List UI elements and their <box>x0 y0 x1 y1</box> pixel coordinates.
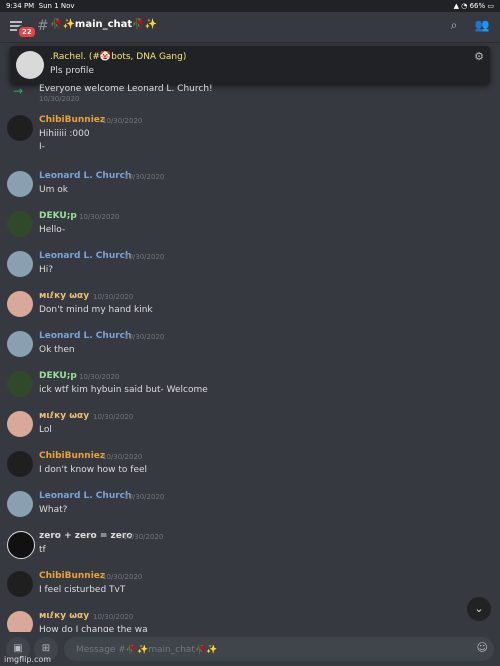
list-item[interactable]: DEKU;p 10/30/2020 ick wtf kim hybuin sai… <box>0 371 500 411</box>
list-item[interactable]: Leonard L. Church 10/30/2020 What? <box>0 491 500 531</box>
chevron-down-icon: ⌄ <box>474 602 484 615</box>
message-author[interactable]: Leonard L. Church <box>39 171 131 181</box>
avatar <box>16 51 44 79</box>
status-time: 9:34 PM Sun 1 Nov <box>6 2 75 10</box>
jump-to-bottom-button[interactable]: ⌄ <box>467 597 491 621</box>
message-feed[interactable]: → Everyone welcome Leonard L. Church! 10… <box>0 84 500 632</box>
hash-icon: # <box>37 18 49 34</box>
avatar[interactable] <box>7 115 33 141</box>
list-item[interactable]: мιℓку ωαу 10/30/2020 How do I change the… <box>0 611 500 632</box>
message-text: Hi? <box>39 265 54 275</box>
list-item[interactable]: ChibiBunniez 10/30/2020 Hihiiiii :000 I- <box>0 115 500 155</box>
emoji-icon[interactable]: ☺ <box>477 641 488 654</box>
message-box[interactable]: ☺ <box>64 637 494 661</box>
message-text: Hihiiiii :000 I- <box>39 129 90 152</box>
list-item[interactable]: Leonard L. Church 10/30/2020 Ok then <box>0 331 500 371</box>
avatar[interactable] <box>7 251 33 277</box>
battery-level: 66% <box>469 2 486 10</box>
message-author[interactable]: ChibiBunniez <box>39 571 105 581</box>
message-text: What? <box>39 505 68 515</box>
message-timestamp: 10/30/2020 <box>93 293 134 301</box>
join-arrow-icon: → <box>13 84 24 98</box>
avatar[interactable] <box>7 451 33 477</box>
message-author[interactable]: мιℓку ωαу <box>39 411 89 421</box>
list-item[interactable]: ChibiBunniez 10/30/2020 I feel cisturbed… <box>0 571 500 611</box>
message-timestamp: 10/30/2020 <box>93 613 134 621</box>
message-text: Um ok <box>39 185 68 195</box>
status-right: ▲ ◔ 66% ▭ <box>453 2 494 10</box>
message-timestamp: 10/30/2020 <box>124 173 165 181</box>
popup-author: .Rachel. (#🤡bots, DNA Gang) <box>50 52 187 62</box>
avatar[interactable] <box>7 171 33 197</box>
message-text: I feel cisturbed TvT <box>39 585 126 595</box>
search-icon[interactable]: ⌕ <box>446 18 462 34</box>
message-timestamp: 10/30/2020 <box>124 253 165 261</box>
message-text: ick wtf kim hybuin said but- Welcome <box>39 385 208 395</box>
watermark: imgflip.com <box>4 655 52 664</box>
message-author[interactable]: мιℓку ωαу <box>39 611 89 621</box>
avatar[interactable] <box>7 371 33 397</box>
message-timestamp: 10/30/2020 <box>79 213 120 221</box>
avatar[interactable] <box>7 571 33 597</box>
message-author[interactable]: DEKU;p <box>39 371 77 381</box>
avatar[interactable] <box>7 611 33 632</box>
popup-message: Pls profile <box>50 66 94 76</box>
message-timestamp: 10/30/2020 <box>93 413 134 421</box>
avatar[interactable] <box>7 491 33 517</box>
avatar[interactable] <box>7 531 35 559</box>
list-item[interactable]: Leonard L. Church 10/30/2020 Hi? <box>0 251 500 291</box>
message-author[interactable]: DEKU;p <box>39 211 77 221</box>
gear-icon[interactable]: ⚙ <box>474 50 484 63</box>
message-author[interactable]: ChibiBunniez <box>39 115 105 125</box>
message-text: I don't know how to feel <box>39 465 148 475</box>
message-composer: ▣ ⊞ ☺ <box>0 632 500 666</box>
message-text: Lol <box>39 425 52 435</box>
message-author[interactable]: ChibiBunniez <box>39 451 105 461</box>
message-text: How do I change the wa <box>39 625 148 632</box>
message-timestamp: 10/30/2020 <box>124 333 165 341</box>
list-item[interactable]: мιℓку ωαу 10/30/2020 Don't mind my hand … <box>0 291 500 331</box>
system-timestamp: 10/30/2020 <box>39 95 80 103</box>
message-author[interactable]: Leonard L. Church <box>39 251 131 261</box>
message-text: Don't mind my hand kink <box>39 305 153 315</box>
system-text: Everyone welcome Leonard L. Church! <box>39 84 213 94</box>
message-author[interactable]: zero + zero = zero <box>39 531 133 541</box>
status-bar: 9:34 PM Sun 1 Nov ▲ ◔ 66% ▭ <box>0 0 500 12</box>
message-timestamp: 10/30/2020 <box>124 493 165 501</box>
list-item[interactable]: DEKU;p 10/30/2020 Hello- <box>0 211 500 251</box>
message-timestamp: 10/30/2020 <box>79 373 120 381</box>
message-author[interactable]: Leonard L. Church <box>39 331 131 341</box>
message-timestamp: 10/30/2020 <box>102 117 143 125</box>
avatar[interactable] <box>7 331 33 357</box>
message-text: tf <box>39 545 46 555</box>
list-item[interactable]: мιℓку ωαу 10/30/2020 Lol <box>0 411 500 451</box>
message-timestamp: 10/30/2020 <box>102 453 143 461</box>
list-item[interactable]: ChibiBunniez 10/30/2020 I don't know how… <box>0 451 500 491</box>
members-icon[interactable]: 👥 <box>474 18 490 34</box>
message-text: Ok then <box>39 345 75 355</box>
channel-name[interactable]: 🥀✨main_chat🥀✨ <box>50 19 157 30</box>
image-icon: ▣ <box>13 643 23 654</box>
list-item[interactable]: zero + zero = zero 10/30/2020 tf <box>0 531 500 571</box>
message-timestamp: 10/30/2020 <box>102 573 143 581</box>
message-author[interactable]: Leonard L. Church <box>39 491 131 501</box>
message-text: Hello- <box>39 225 66 235</box>
notification-popup[interactable]: .Rachel. (#🤡bots, DNA Gang) Pls profile … <box>10 46 490 84</box>
avatar[interactable] <box>7 411 33 437</box>
list-item[interactable]: Leonard L. Church 10/30/2020 Um ok <box>0 171 500 211</box>
message-timestamp: 10/30/2020 <box>123 533 164 541</box>
avatar[interactable] <box>7 291 33 317</box>
gift-icon: ⊞ <box>41 643 51 654</box>
avatar[interactable] <box>7 211 33 237</box>
channel-header: 22 # 🥀✨main_chat🥀✨ ⌕ 👥 <box>0 12 500 43</box>
message-author[interactable]: мιℓку ωαу <box>39 291 89 301</box>
notification-badge: 22 <box>17 25 37 39</box>
message-input[interactable] <box>74 641 468 659</box>
